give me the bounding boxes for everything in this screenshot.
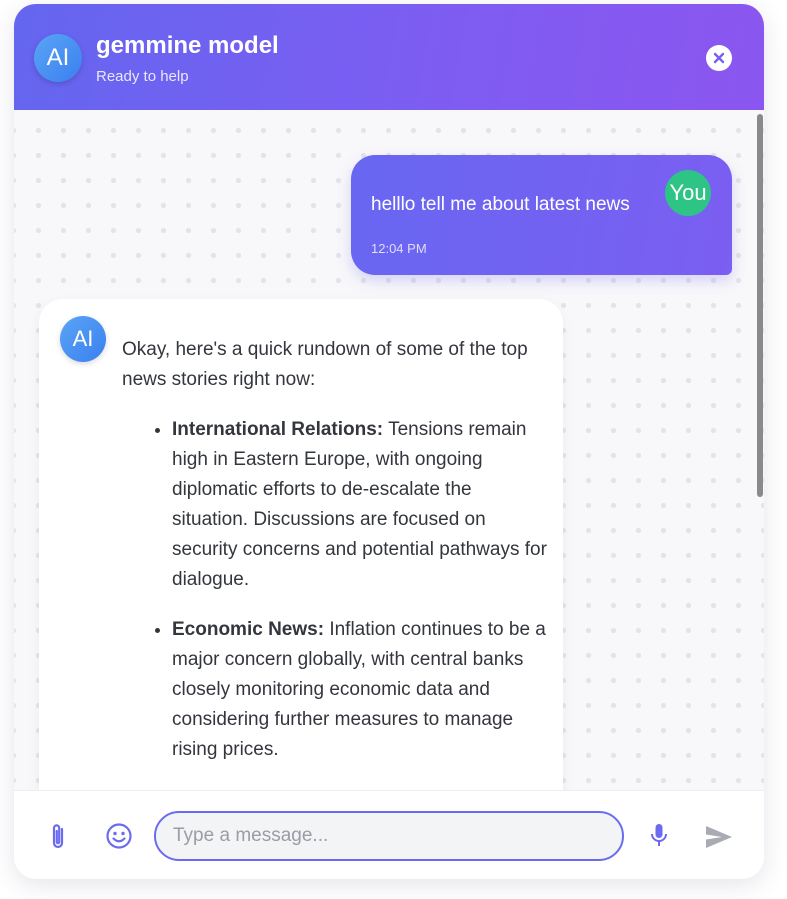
chat-title: gemmine model: [96, 32, 279, 59]
send-button[interactable]: [703, 823, 735, 851]
attach-button[interactable]: [47, 822, 71, 852]
message-input[interactable]: [154, 811, 624, 861]
paperclip-icon: [52, 824, 64, 849]
ai-avatar: AI: [34, 34, 82, 82]
chat-status: Ready to help: [96, 68, 189, 85]
user-message: helllo tell me about latest news 12:04 P…: [351, 155, 732, 275]
news-list: International Relations: Tensions remain…: [122, 415, 552, 765]
send-icon: [706, 826, 732, 848]
voice-button[interactable]: [647, 821, 671, 851]
chat-window: AI gemmine model Ready to help helllo te…: [14, 4, 764, 879]
list-item: Economic News: Inflation continues to be…: [172, 615, 552, 765]
emoji-button[interactable]: [105, 822, 133, 850]
user-message-text: helllo tell me about latest news: [371, 194, 630, 215]
news-text: Inflation continues to be a major concer…: [172, 619, 546, 760]
news-text: Tensions remain high in Eastern Europe, …: [172, 419, 547, 590]
news-topic: Economic News:: [172, 619, 325, 640]
smile-icon: [106, 823, 132, 849]
microphone-icon: [651, 824, 667, 846]
ai-message-intro: Okay, here's a quick rundown of some of …: [122, 339, 528, 390]
ai-message-avatar: AI: [60, 316, 106, 362]
user-avatar: You: [665, 170, 711, 216]
ai-message-content: Okay, here's a quick rundown of some of …: [122, 335, 552, 785]
close-icon: [713, 52, 725, 64]
scrollbar[interactable]: [757, 114, 763, 497]
message-timestamp: 12:04 PM: [371, 241, 427, 256]
input-bar: [14, 790, 764, 879]
news-topic: International Relations:: [172, 419, 384, 440]
chat-header: AI gemmine model Ready to help: [14, 4, 764, 110]
ai-message: AI Okay, here's a quick rundown of some …: [39, 299, 563, 790]
list-item: International Relations: Tensions remain…: [172, 415, 552, 595]
message-list[interactable]: helllo tell me about latest news 12:04 P…: [14, 110, 764, 790]
close-button[interactable]: [706, 45, 732, 71]
